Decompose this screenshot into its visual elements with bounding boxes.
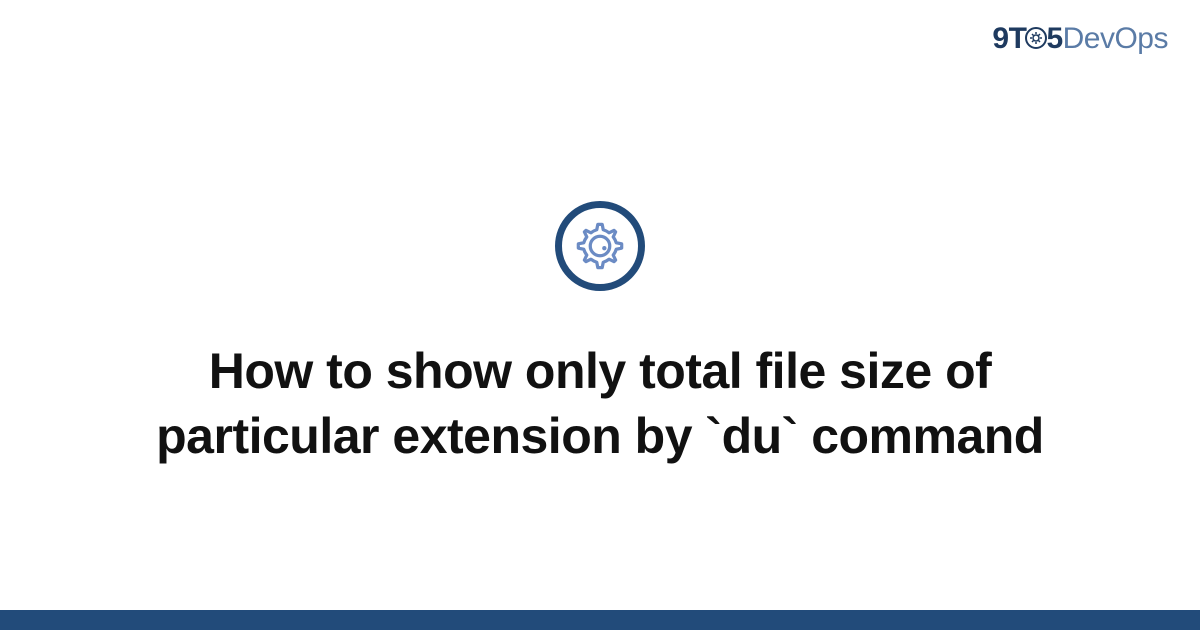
gear-icon-badge (555, 201, 645, 291)
footer-bar (0, 610, 1200, 630)
gear-icon (574, 220, 626, 272)
main-content: How to show only total file size of part… (0, 0, 1200, 630)
page-title: How to show only total file size of part… (100, 339, 1100, 469)
